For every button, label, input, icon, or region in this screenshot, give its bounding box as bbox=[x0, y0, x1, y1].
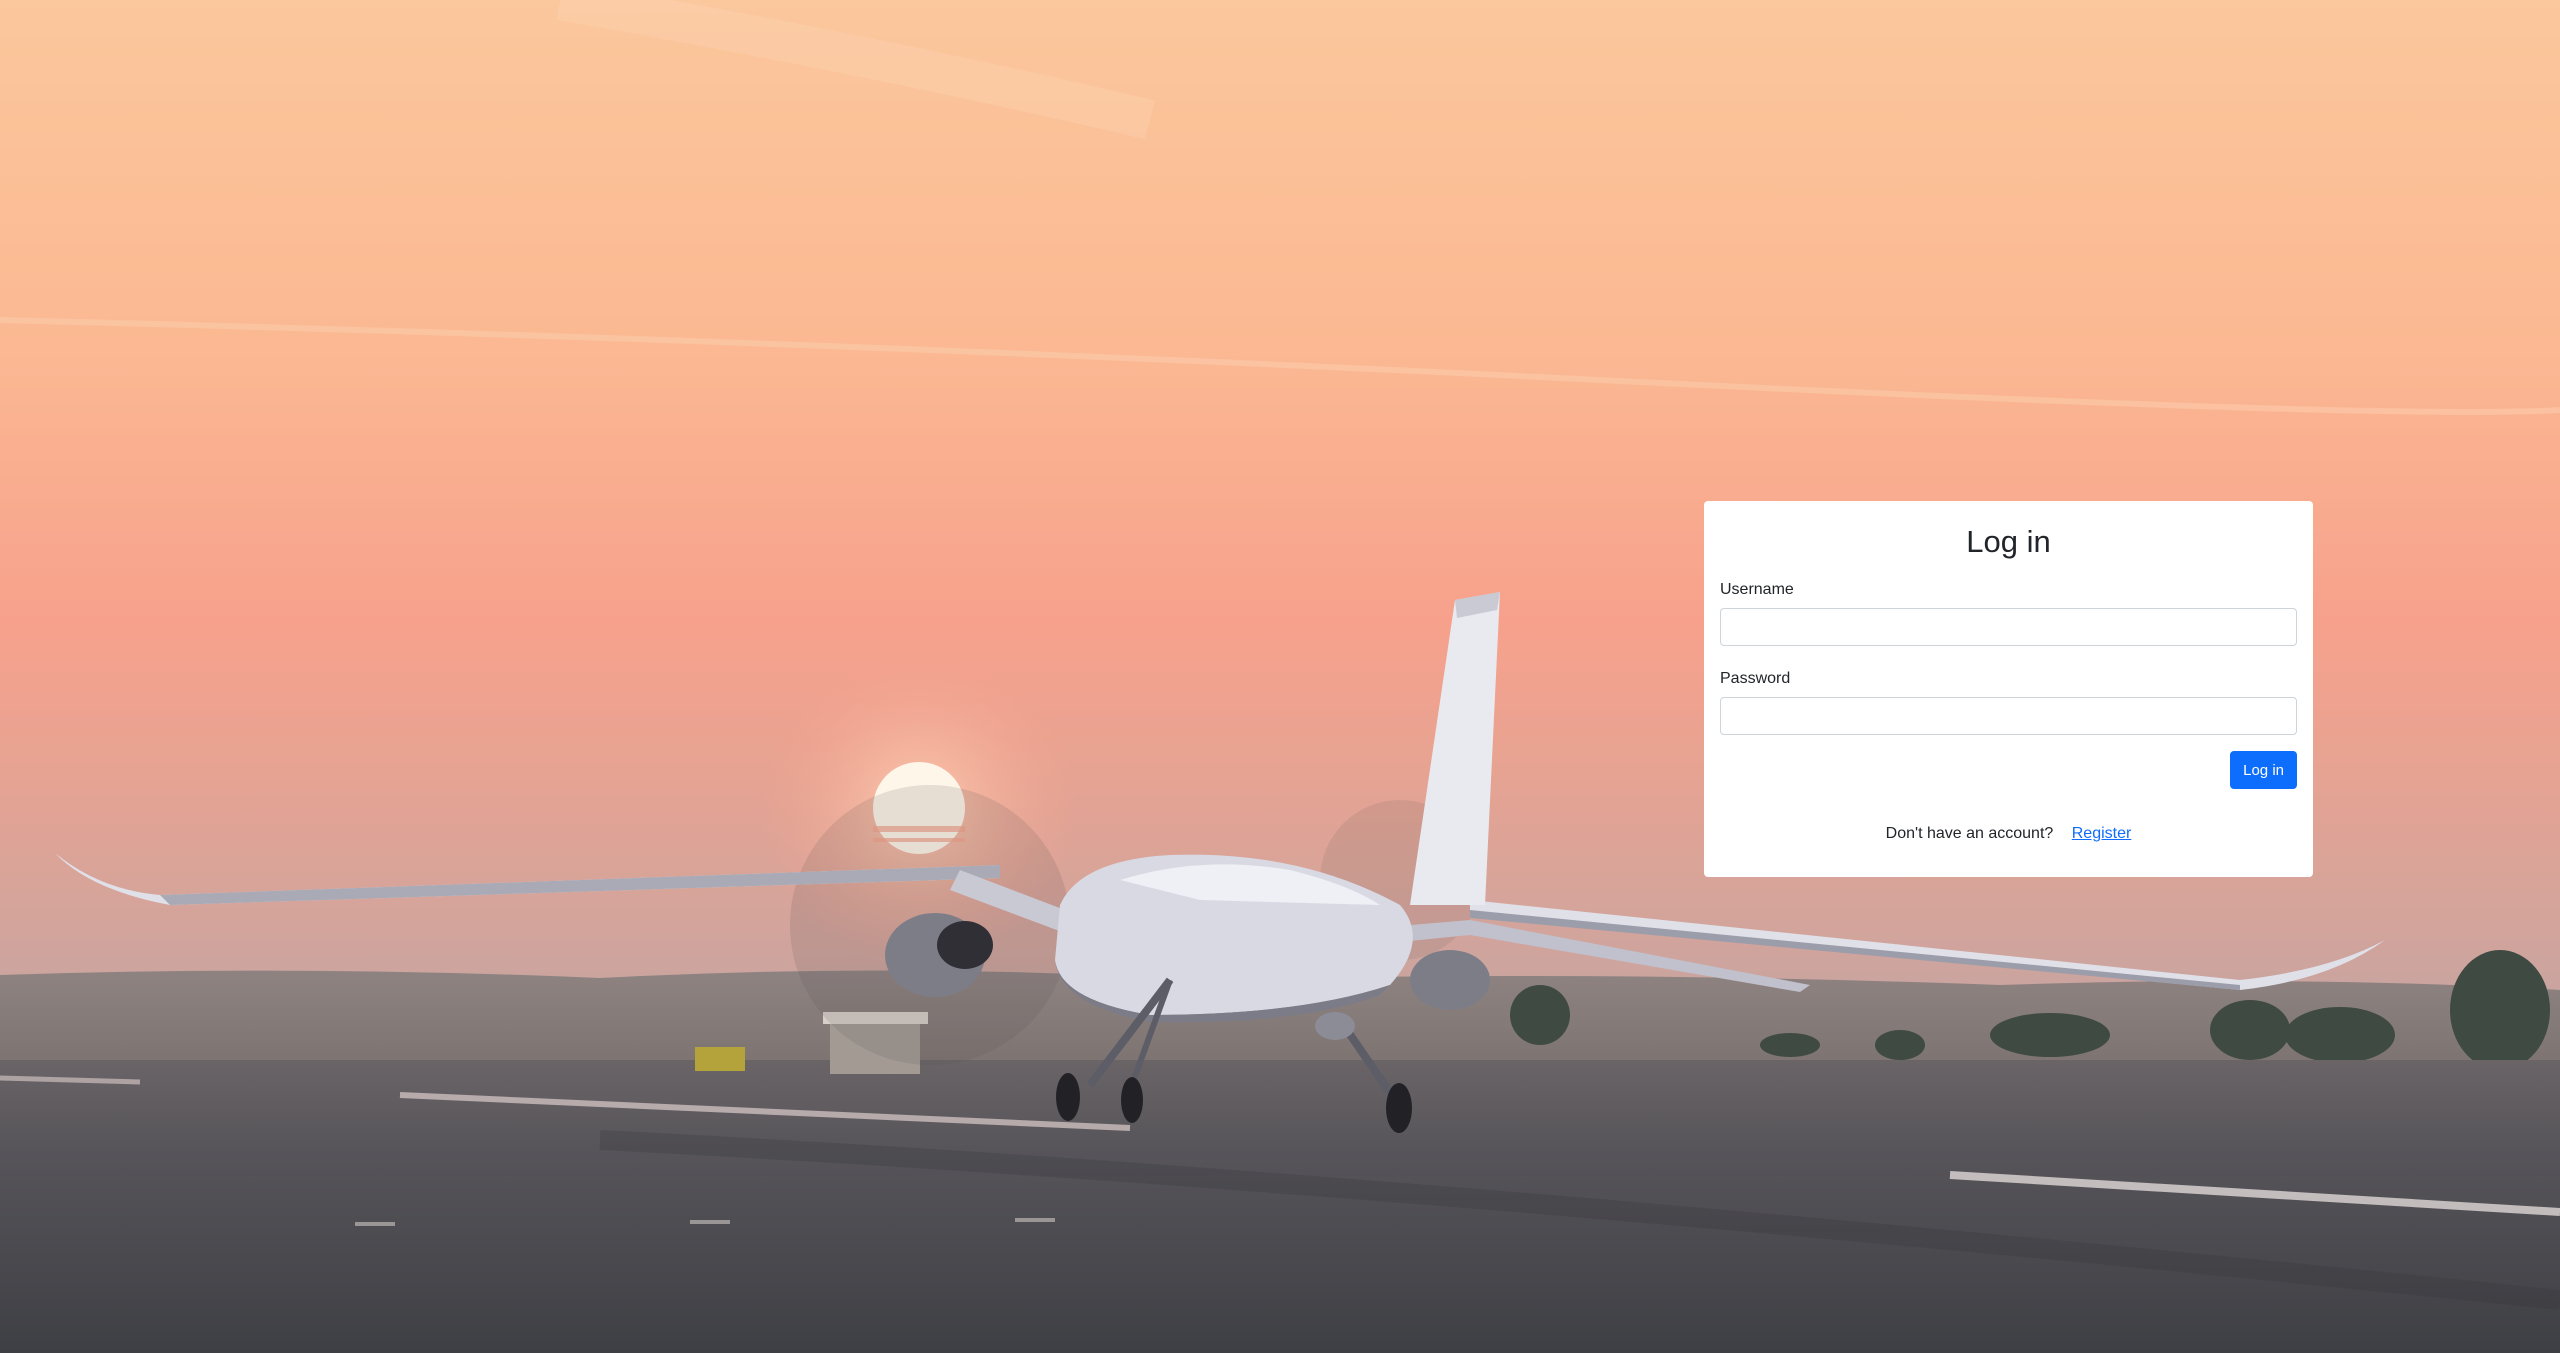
password-input[interactable] bbox=[1720, 697, 2297, 736]
register-link[interactable]: Register bbox=[2072, 825, 2132, 842]
username-label: Username bbox=[1720, 581, 1794, 599]
password-label: Password bbox=[1720, 670, 1791, 688]
form-actions: Log in bbox=[1720, 751, 2297, 790]
username-input[interactable] bbox=[1720, 608, 2297, 647]
register-row: Don't have an account? Register bbox=[1720, 825, 2297, 843]
login-title: Log in bbox=[1966, 524, 2051, 559]
login-button[interactable]: Log in bbox=[2230, 751, 2297, 790]
register-prompt: Don't have an account? bbox=[1885, 825, 2054, 843]
login-card: Log in Username Password Log in Don't ha… bbox=[1704, 501, 2313, 877]
